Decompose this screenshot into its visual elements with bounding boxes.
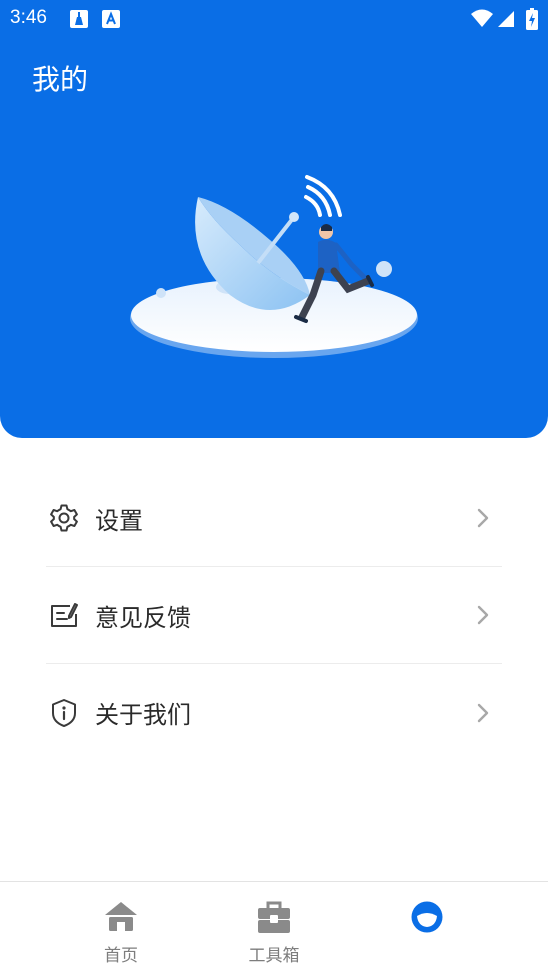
battery-charging-icon	[526, 8, 538, 30]
profile-header: 3:46 我的	[0, 0, 548, 438]
settings-menu: 设置 意见反馈 关于我们	[0, 470, 548, 761]
chevron-right-icon	[477, 703, 489, 722]
menu-item-label: 关于我们	[95, 701, 191, 729]
shield-info-icon	[52, 698, 76, 727]
wifi-icon	[471, 9, 493, 27]
menu-item-feedback[interactable]: 意见反馈	[46, 567, 502, 664]
status-bar: 3:46	[0, 0, 548, 38]
app-notification-icon	[102, 10, 120, 28]
feedback-icon	[51, 603, 78, 627]
page-title: 我的	[32, 63, 89, 96]
clean-notification-icon	[70, 10, 88, 28]
satellite-dish-illustration	[130, 175, 418, 358]
menu-item-about[interactable]: 关于我们	[46, 664, 502, 761]
tab-toolbox[interactable]: 工具箱	[224, 882, 324, 974]
menu-item-settings[interactable]: 设置	[46, 470, 502, 567]
status-time: 3:46	[10, 7, 47, 28]
cellular-signal-icon	[498, 11, 514, 27]
tab-profile[interactable]	[377, 882, 477, 974]
chevron-right-icon	[477, 605, 489, 625]
tab-label: 工具箱	[248, 946, 300, 966]
menu-item-label: 设置	[95, 506, 143, 535]
chevron-right-icon	[477, 508, 489, 528]
tab-home[interactable]: 首页	[71, 882, 171, 974]
menu-item-label: 意见反馈	[95, 603, 191, 632]
home-icon	[105, 902, 137, 931]
gear-icon	[50, 504, 78, 532]
toolbox-icon	[258, 901, 290, 933]
bottom-tab-bar: 首页 工具箱	[0, 881, 548, 974]
profile-icon	[411, 901, 443, 933]
tab-label: 首页	[104, 946, 138, 966]
